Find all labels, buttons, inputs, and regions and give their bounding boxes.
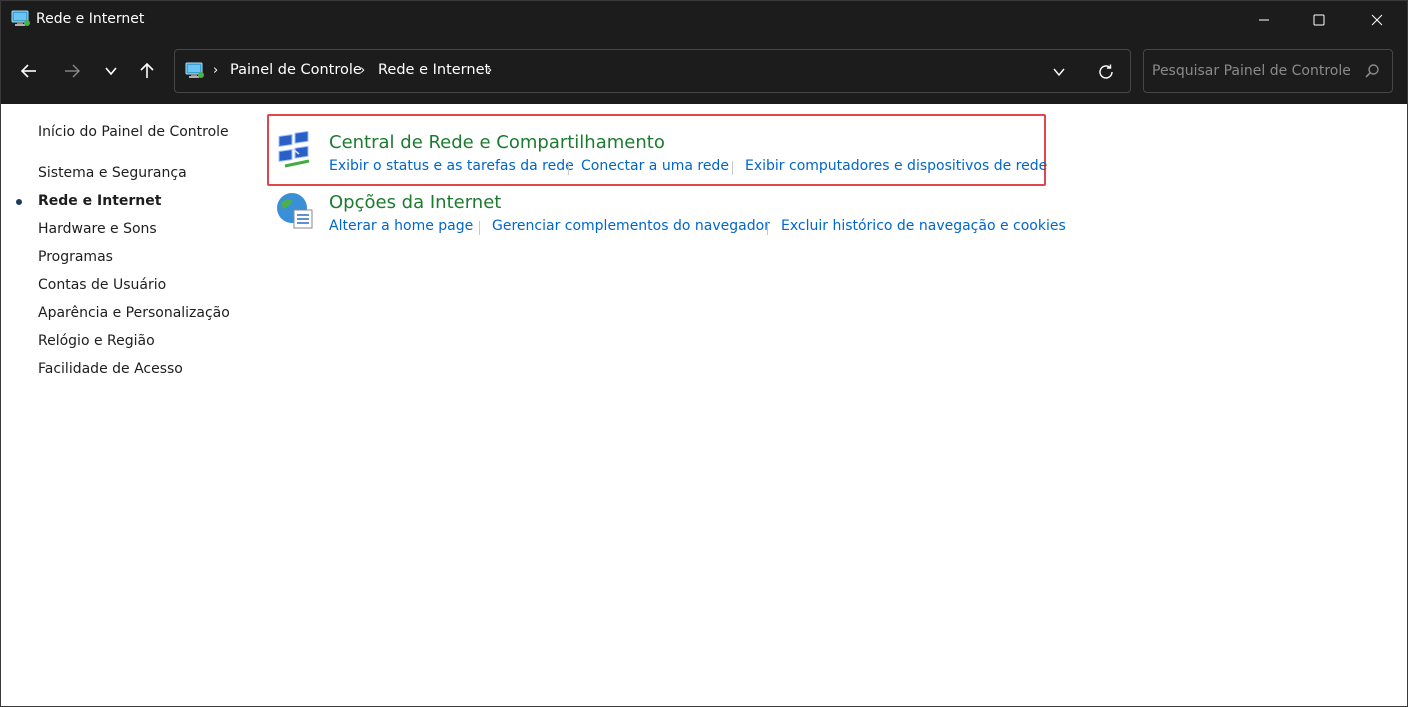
breadcrumb-item[interactable]: Painel de Controle — [230, 62, 362, 78]
refresh-icon — [1099, 64, 1113, 79]
breadcrumb-separator-icon[interactable]: › — [487, 63, 492, 78]
minimize-button[interactable] — [1241, 1, 1287, 39]
arrow-left-icon — [20, 64, 36, 78]
navigation-bar: › Painel de Controle › Rede e Internet › — [1, 39, 1407, 104]
network-sharing-icon[interactable] — [275, 131, 315, 171]
active-bullet-icon — [16, 199, 22, 205]
category-title[interactable]: Central de Rede e Compartilhamento — [329, 132, 665, 153]
forward-button[interactable] — [60, 59, 84, 83]
chevron-down-icon — [105, 67, 117, 76]
breadcrumb-separator-icon[interactable]: › — [360, 63, 365, 78]
control-panel-home-link[interactable]: Início do Painel de Controle — [38, 124, 229, 140]
maximize-button[interactable] — [1296, 1, 1342, 39]
address-bar[interactable]: › Painel de Controle › Rede e Internet › — [174, 49, 1131, 93]
breadcrumb-item[interactable]: Rede e Internet — [378, 62, 490, 78]
sidebar-item-network-internet[interactable]: Rede e Internet — [38, 193, 161, 209]
content-area: Início do Painel de Controle Sistema e S… — [1, 104, 1407, 706]
window-title: Rede e Internet — [36, 11, 145, 27]
sidebar-item-system-security[interactable]: Sistema e Segurança — [38, 165, 187, 181]
task-separator — [767, 221, 768, 235]
task-link[interactable]: Gerenciar complementos do navegador — [492, 218, 770, 234]
sidebar-item-clock-region[interactable]: Relógio e Região — [38, 333, 155, 349]
up-button[interactable] — [135, 59, 159, 83]
task-link[interactable]: Conectar a uma rede — [581, 158, 729, 174]
sidebar-item-user-accounts[interactable]: Contas de Usuário — [38, 277, 166, 293]
internet-options-icon[interactable] — [275, 191, 315, 231]
arrow-up-icon — [140, 62, 154, 78]
category-title[interactable]: Opções da Internet — [329, 192, 501, 213]
task-link[interactable]: Exibir o status e as tarefas da rede — [329, 158, 574, 174]
sidebar-item-programs[interactable]: Programas — [38, 249, 113, 265]
task-separator — [479, 221, 480, 235]
chevron-down-icon — [1053, 68, 1065, 77]
minimize-icon — [1259, 19, 1269, 21]
arrow-right-icon — [65, 64, 80, 78]
task-link[interactable]: Exibir computadores e dispositivos de re… — [745, 158, 1047, 174]
recent-locations-button[interactable] — [99, 59, 123, 83]
sidebar-item-ease-of-access[interactable]: Facilidade de Acesso — [38, 361, 183, 377]
breadcrumb-separator-icon[interactable]: › — [213, 63, 218, 78]
sidebar-item-appearance[interactable]: Aparência e Personalização — [38, 305, 230, 321]
task-separator — [732, 161, 733, 175]
control-panel-icon — [185, 62, 204, 78]
close-icon — [1371, 14, 1383, 26]
close-button[interactable] — [1354, 1, 1400, 39]
address-history-button[interactable] — [1049, 62, 1069, 82]
task-link[interactable]: Alterar a home page — [329, 218, 473, 234]
refresh-button[interactable] — [1095, 61, 1117, 83]
title-bar: Rede e Internet — [1, 1, 1407, 39]
search-box[interactable] — [1143, 49, 1393, 93]
sidebar-item-hardware-sound[interactable]: Hardware e Sons — [38, 221, 157, 237]
search-input[interactable] — [1152, 60, 1352, 82]
task-link[interactable]: Excluir histórico de navegação e cookies — [781, 218, 1066, 234]
search-icon[interactable] — [1364, 63, 1380, 79]
task-separator — [568, 161, 569, 175]
control-panel-window: Rede e Internet › Painel de Controle › R… — [0, 0, 1408, 707]
control-panel-icon — [11, 10, 30, 26]
back-button[interactable] — [17, 59, 41, 83]
maximize-icon — [1313, 14, 1325, 26]
